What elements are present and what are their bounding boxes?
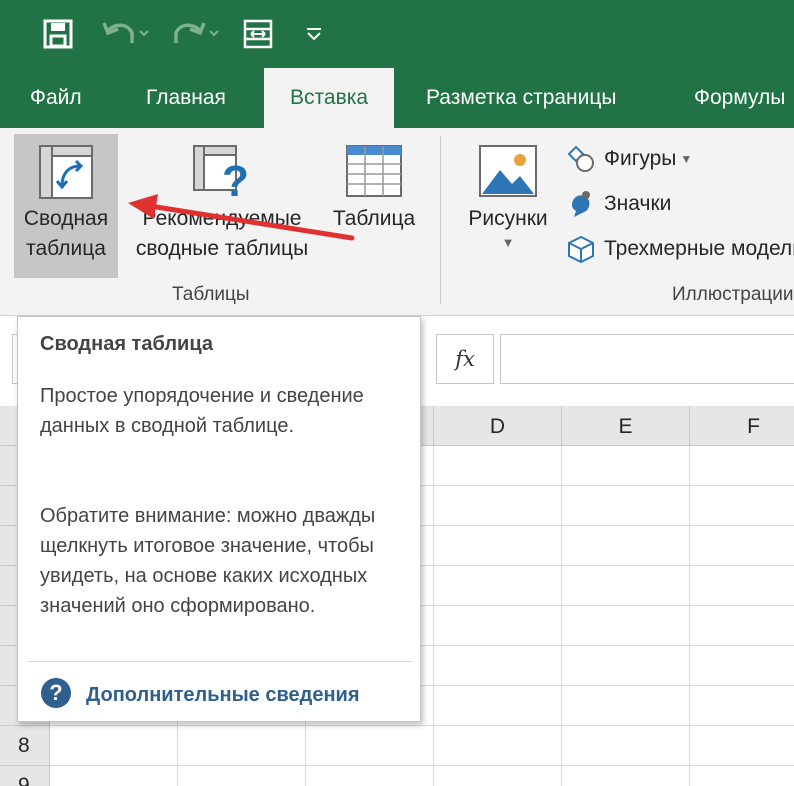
- pivot-table-button[interactable]: Сводная таблица: [14, 134, 118, 278]
- tooltip-divider: [28, 661, 412, 662]
- icons-icon: [566, 189, 596, 219]
- pivot-table-tooltip: Сводная таблица Простое упорядочение и с…: [17, 316, 421, 722]
- cube-icon: [566, 234, 596, 264]
- pivot-table-icon: [38, 144, 94, 200]
- svg-text:?: ?: [222, 157, 249, 200]
- svg-text:?: ?: [49, 680, 62, 705]
- pictures-label: Рисунки: [468, 207, 548, 230]
- recommended-pivot-label-1: Рекомендуемые: [142, 207, 302, 230]
- table-label: Таблица: [332, 207, 416, 230]
- undo-icon[interactable]: [98, 14, 154, 54]
- recommended-pivot-button[interactable]: ? Рекомендуемые сводные таблицы: [122, 134, 322, 278]
- column-header-f[interactable]: F: [690, 406, 794, 446]
- table-button[interactable]: Таблица: [326, 134, 422, 278]
- shapes-label: Фигуры: [604, 147, 677, 170]
- insert-function-button[interactable]: fx: [436, 334, 494, 384]
- redo-icon[interactable]: [168, 14, 224, 54]
- pivot-table-label-2: таблица: [26, 237, 106, 261]
- icons-button[interactable]: Значки: [566, 187, 671, 221]
- customize-qat-icon[interactable]: [300, 14, 328, 54]
- tab-home[interactable]: Главная: [146, 68, 226, 128]
- gridline: [689, 446, 690, 786]
- gridline: [50, 765, 794, 766]
- more-info-link[interactable]: ? Дополнительные сведения: [40, 677, 360, 714]
- icons-label: Значки: [604, 192, 672, 215]
- pictures-button[interactable]: Рисунки ▼: [456, 134, 560, 278]
- gridline: [50, 725, 794, 726]
- recommended-pivot-label-2: сводные таблицы: [135, 237, 309, 261]
- tab-file[interactable]: Файл: [30, 68, 82, 128]
- table-icon: [345, 144, 403, 200]
- pictures-dropdown-icon: ▼: [501, 235, 515, 251]
- help-icon: ?: [40, 677, 72, 714]
- tab-formulas[interactable]: Формулы: [694, 68, 785, 128]
- tooltip-note: Обратите внимание: можно дважды щелкнуть…: [40, 505, 376, 617]
- 3d-models-button[interactable]: Трехмерные модели: [566, 232, 794, 266]
- column-header-e[interactable]: E: [562, 406, 690, 446]
- quick-access-toolbar: [0, 0, 794, 68]
- tab-insert[interactable]: Вставка: [264, 68, 395, 128]
- row-header-9[interactable]: 9: [0, 766, 50, 786]
- shapes-button[interactable]: Фигуры ▼: [566, 142, 692, 176]
- save-icon[interactable]: [38, 14, 78, 54]
- ribbon: Сводная таблица ? Рекомендуемые сводные …: [0, 128, 794, 316]
- ribbon-tabs: Файл Главная Вставка Разметка страницы Ф…: [0, 68, 794, 128]
- illustrations-group-label: Иллюстрации: [672, 284, 794, 305]
- group-separator: [440, 136, 441, 304]
- row-header-8[interactable]: 8: [0, 726, 50, 766]
- tab-page-layout[interactable]: Разметка страницы: [426, 68, 617, 128]
- recommended-pivot-icon: ?: [192, 144, 252, 206]
- 3d-models-label: Трехмерные модели: [604, 237, 794, 260]
- more-info-label: Дополнительные сведения: [86, 684, 360, 706]
- tooltip-description: Простое упорядочение и сведение данных в…: [40, 385, 364, 437]
- tables-group-label: Таблицы: [172, 284, 250, 305]
- pivot-table-label-1: Сводная: [23, 207, 109, 230]
- shapes-dropdown-icon: ▼: [680, 152, 693, 166]
- formula-input[interactable]: [500, 334, 794, 384]
- gridline: [561, 446, 562, 786]
- form-icon[interactable]: [238, 14, 278, 54]
- column-header-d[interactable]: D: [434, 406, 562, 446]
- shapes-icon: [566, 144, 596, 174]
- gridline: [433, 446, 434, 786]
- tooltip-title: Сводная таблица: [40, 333, 213, 355]
- pictures-icon: [478, 144, 538, 200]
